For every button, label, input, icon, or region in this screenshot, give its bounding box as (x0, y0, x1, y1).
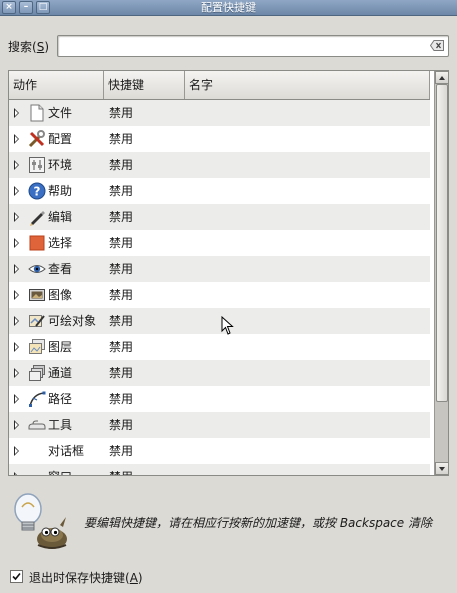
row-name: 窗口 (48, 464, 72, 475)
expander-icon[interactable] (14, 420, 19, 430)
row-name: 对话框 (48, 444, 85, 458)
drawable-icon (29, 315, 45, 327)
row-shortcut[interactable]: 禁用 (109, 386, 133, 412)
save-on-exit-label[interactable]: 退出时保存快捷键(A) (29, 569, 143, 586)
row-name: 选择 (48, 236, 73, 250)
row-name: 路径 (48, 392, 73, 406)
environment-icon (29, 157, 45, 173)
column-header-name[interactable]: 名字 (185, 71, 430, 99)
expander-icon[interactable] (14, 264, 19, 274)
expander-icon[interactable] (14, 238, 19, 248)
document-icon (30, 104, 44, 122)
help-icon: ? (28, 182, 46, 200)
clear-icon[interactable] (430, 40, 444, 51)
row-shortcut[interactable]: 禁用 (109, 308, 133, 334)
tools-icon (28, 130, 45, 148)
row-shortcut[interactable]: 禁用 (109, 152, 133, 178)
row-shortcut[interactable]: 禁用 (109, 282, 133, 308)
search-field[interactable] (57, 35, 449, 57)
vertical-scrollbar[interactable] (434, 71, 449, 475)
shortcut-tree[interactable]: 动作 快捷键 名字 文件 禁用 配置 禁用 环境 禁用 ? 帮助 禁用 编辑 禁… (8, 70, 449, 476)
tree-row-drawable[interactable]: 可绘对象 禁用 (9, 308, 430, 334)
hint-text: 要编辑快捷键，请在相应行按新的加速键，或按 Backspace 清除 (84, 516, 432, 530)
row-name: 工具 (48, 418, 73, 432)
window-title: 配置快捷键 (201, 1, 256, 14)
scroll-up-button[interactable] (435, 71, 449, 84)
eye-icon (28, 265, 46, 273)
expander-icon[interactable] (14, 446, 19, 456)
arrow-down-icon (439, 467, 445, 471)
svg-text:?: ? (34, 185, 41, 199)
search-label: 搜索(S) (8, 40, 49, 54)
scroll-down-button[interactable] (435, 462, 449, 475)
row-name: 环境 (48, 158, 73, 172)
row-name: 查看 (48, 262, 73, 276)
row-shortcut[interactable]: 禁用 (109, 438, 133, 464)
tree-row-windows[interactable]: 窗口 禁用 (9, 464, 430, 475)
column-header-shortcut[interactable]: 快捷键 (104, 71, 185, 99)
tree-header: 动作 快捷键 名字 (9, 71, 430, 100)
wilber-lightbulb-icon (14, 493, 67, 549)
tree-row-configure[interactable]: 配置 禁用 (9, 126, 430, 152)
row-shortcut[interactable]: 禁用 (109, 178, 133, 204)
row-name: 图像 (48, 288, 73, 302)
row-shortcut[interactable]: 禁用 (109, 230, 133, 256)
row-shortcut[interactable]: 禁用 (109, 204, 133, 230)
search-input[interactable] (60, 37, 420, 55)
tree-rows: 文件 禁用 配置 禁用 环境 禁用 ? 帮助 禁用 编辑 禁用 选择 禁用 查看… (9, 100, 430, 475)
row-shortcut[interactable]: 禁用 (109, 412, 133, 438)
tree-row-paths[interactable]: 路径 禁用 (9, 386, 430, 412)
row-shortcut[interactable]: 禁用 (109, 256, 133, 282)
tree-row-dialogs[interactable]: 对话框 禁用 (9, 438, 430, 464)
column-header-action[interactable]: 动作 (9, 71, 104, 99)
expander-icon[interactable] (14, 342, 19, 352)
checkmark-icon (12, 572, 21, 581)
pencil-icon (30, 211, 45, 226)
tree-row-tools[interactable]: 工具 禁用 (9, 412, 430, 438)
row-name: 编辑 (48, 210, 73, 224)
channels-icon (29, 365, 45, 381)
layers-icon (29, 339, 45, 354)
tree-row-file[interactable]: 文件 禁用 (9, 100, 430, 126)
tree-row-help[interactable]: ? 帮助 禁用 (9, 178, 430, 204)
title-bar: × – □ 配置快捷键 (0, 0, 457, 16)
tree-row-channels[interactable]: 通道 禁用 (9, 360, 430, 386)
row-name: 文件 (48, 106, 73, 120)
row-shortcut[interactable]: 禁用 (109, 464, 133, 475)
arrow-up-icon (439, 76, 445, 80)
expander-icon[interactable] (14, 290, 19, 300)
tool-icon (28, 420, 46, 430)
row-name: 图层 (48, 340, 73, 354)
tree-row-edit[interactable]: 编辑 禁用 (9, 204, 430, 230)
selection-icon (29, 235, 45, 251)
mouse-cursor-icon (221, 316, 234, 335)
expander-icon[interactable] (14, 186, 19, 196)
expander-icon[interactable] (14, 160, 19, 170)
expander-icon[interactable] (14, 134, 19, 144)
row-name: 通道 (48, 366, 73, 380)
expander-icon[interactable] (14, 316, 19, 326)
row-name: 帮助 (48, 184, 73, 198)
scroll-thumb[interactable] (436, 84, 448, 402)
row-shortcut[interactable]: 禁用 (109, 334, 133, 360)
row-name: 配置 (48, 132, 73, 146)
tree-row-view[interactable]: 查看 禁用 (9, 256, 430, 282)
expander-icon[interactable] (14, 212, 19, 222)
expander-icon[interactable] (14, 108, 19, 118)
tree-row-select[interactable]: 选择 禁用 (9, 230, 430, 256)
save-on-exit-checkbox[interactable] (10, 570, 23, 583)
expander-icon[interactable] (14, 368, 19, 378)
row-shortcut[interactable]: 禁用 (109, 360, 133, 386)
tree-row-layers[interactable]: 图层 禁用 (9, 334, 430, 360)
paths-icon (29, 391, 46, 407)
image-icon (29, 289, 45, 301)
row-shortcut[interactable]: 禁用 (109, 100, 133, 126)
expander-icon[interactable] (14, 394, 19, 404)
expander-icon[interactable] (14, 472, 19, 475)
row-name: 可绘对象 (48, 314, 97, 328)
tree-row-environment[interactable]: 环境 禁用 (9, 152, 430, 178)
tree-row-image[interactable]: 图像 禁用 (9, 282, 430, 308)
row-shortcut[interactable]: 禁用 (109, 126, 133, 152)
